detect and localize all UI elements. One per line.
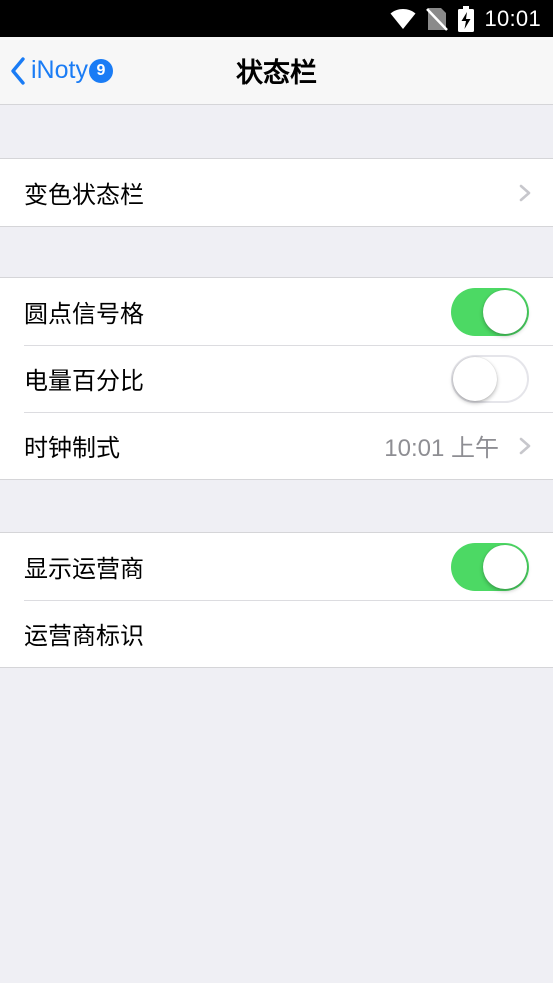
- page-title: 状态栏: [0, 37, 553, 104]
- row-label: 电量百分比: [24, 367, 144, 395]
- row-dot-signal: 圆点信号格: [0, 278, 553, 345]
- chevron-right-icon: [519, 437, 531, 454]
- toggle-knob: [483, 289, 527, 334]
- row-clock-format[interactable]: 时钟制式 10:01 上午: [0, 412, 553, 479]
- battery-charging-icon: [458, 5, 475, 32]
- row-label: 运营商标识: [24, 622, 144, 650]
- battery-percentage-toggle[interactable]: [451, 354, 529, 403]
- row-carrier-logo[interactable]: 运营商标识: [0, 600, 553, 667]
- row-label: 圆点信号格: [24, 300, 144, 328]
- chevron-right-icon: [519, 184, 531, 201]
- row-show-carrier: 显示运营商: [0, 533, 553, 600]
- dot-signal-toggle[interactable]: [451, 287, 529, 336]
- page-title-text: 状态栏: [236, 58, 317, 89]
- status-time: 10:01: [484, 5, 541, 31]
- row-label: 显示运营商: [24, 555, 144, 583]
- wifi-icon: [390, 8, 416, 29]
- show-carrier-toggle[interactable]: [451, 542, 529, 591]
- toggle-knob: [483, 544, 527, 589]
- clock-format-value: 10:01 上午: [384, 435, 499, 462]
- row-label: 变色状态栏: [24, 181, 144, 209]
- row-color-status-bar[interactable]: 变色状态栏: [0, 159, 553, 226]
- settings-group-carrier: 显示运营商 运营商标识: [0, 532, 553, 668]
- row-battery-percentage: 电量百分比: [0, 345, 553, 412]
- status-bar: 10:01: [0, 0, 553, 37]
- no-sim-icon: [426, 7, 449, 31]
- settings-group-color: 变色状态栏: [0, 158, 553, 227]
- row-label: 时钟制式: [24, 434, 120, 462]
- navigation-bar: iNoty 9 状态栏: [0, 37, 553, 105]
- toggle-knob: [453, 356, 497, 401]
- status-icons: 10:01: [390, 0, 541, 37]
- settings-group-indicators: 圆点信号格 电量百分比 时钟制式 10:01 上午: [0, 277, 553, 480]
